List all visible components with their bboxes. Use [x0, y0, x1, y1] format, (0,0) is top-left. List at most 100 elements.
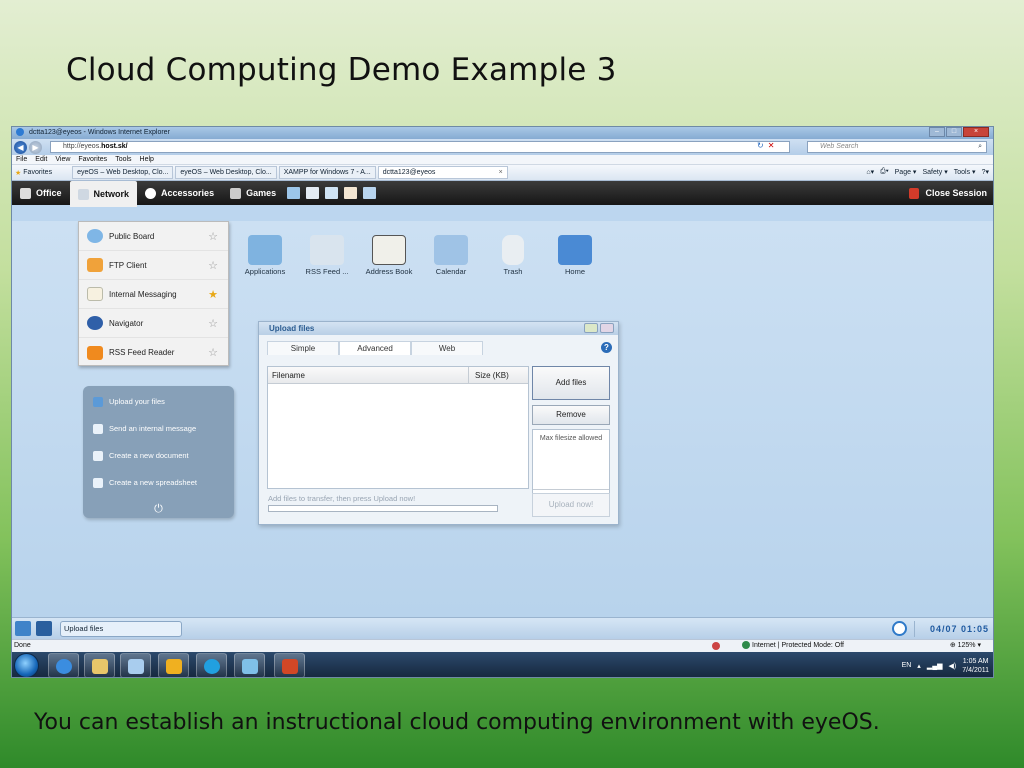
print-icon[interactable]: ⎙▾ [880, 168, 889, 176]
menu-accessories[interactable]: Accessories [137, 181, 222, 205]
remove-button[interactable]: Remove [532, 405, 610, 425]
menu-tools[interactable]: Tools [115, 155, 131, 164]
start-button[interactable] [14, 653, 39, 677]
volume-icon[interactable]: ◀) [949, 662, 957, 670]
column-filename[interactable]: Filename [268, 367, 469, 383]
system-clock[interactable]: 1:05 AM 7/4/2011 [962, 657, 989, 675]
close-window-button[interactable]: × [963, 127, 989, 137]
close-button[interactable] [600, 323, 614, 333]
tab-web[interactable]: Web [411, 341, 483, 355]
action-label: Upload your files [109, 397, 165, 406]
action-message[interactable]: Send an internal message [83, 415, 234, 442]
help-icon[interactable]: ?▾ [982, 168, 989, 176]
forward-button[interactable]: ▶ [29, 140, 42, 154]
tray-arrow-icon[interactable]: ▴ [917, 662, 921, 670]
menu-office[interactable]: Office [12, 181, 70, 205]
star-icon[interactable]: ☆ [208, 259, 218, 272]
star-icon[interactable]: ☆ [208, 230, 218, 243]
power-icon: ⏻ [154, 503, 163, 515]
action-new-spreadsheet[interactable]: Create a new spreadsheet [83, 469, 234, 496]
taskbar-app-6[interactable] [234, 653, 265, 677]
switch-windows-icon[interactable] [36, 621, 52, 636]
back-button[interactable]: ◀ [14, 140, 27, 154]
window-icon[interactable] [363, 187, 377, 199]
taskbar-upload-files[interactable]: Upload files [60, 621, 182, 637]
close-session-button[interactable]: Close Session [909, 181, 987, 205]
menu-office-label: Office [36, 188, 62, 198]
show-desktop-icon[interactable] [15, 621, 31, 636]
home-icon[interactable]: ⌂▾ [866, 168, 874, 176]
spreadsheet-icon [93, 477, 103, 488]
action-upload[interactable]: Upload your files [83, 388, 234, 415]
tab-simple[interactable]: Simple [267, 341, 339, 355]
taskbar-app-3[interactable] [120, 653, 151, 677]
desktop-icon-rss[interactable]: RSS Feed ... [296, 235, 358, 276]
star-icon[interactable]: ☆ [208, 346, 218, 359]
desktop-icon-calendar[interactable]: Calendar [420, 235, 482, 276]
network-item-navigator[interactable]: Navigator ☆ [79, 309, 228, 338]
favorites-label[interactable]: Favorites [23, 169, 52, 176]
menu-help[interactable]: Help [140, 155, 154, 164]
tab-3[interactable]: XAMPP for Windows 7 - A... [278, 166, 376, 179]
menu-file[interactable]: File [16, 155, 27, 164]
desktop-icon-home[interactable]: Home [544, 235, 606, 276]
globe-icon [742, 641, 750, 650]
menu-network[interactable]: Network [69, 181, 138, 207]
cmd-page[interactable]: Page ▾ [895, 168, 917, 176]
favorites-star-icon[interactable]: ★ [15, 169, 21, 177]
action-label: Create a new document [109, 451, 189, 460]
action-new-document[interactable]: Create a new document [83, 442, 234, 469]
desktop-icon-address-book[interactable]: Address Book [358, 235, 420, 276]
desktop-icon-applications[interactable]: Applications [234, 235, 296, 276]
maximize-button[interactable]: □ [946, 127, 962, 137]
power-button[interactable]: ⏻ [83, 496, 234, 523]
search-icon[interactable]: ⌕ [978, 142, 982, 152]
cmd-safety[interactable]: Safety ▾ [922, 168, 947, 176]
desktop-icon-trash[interactable]: Trash [482, 235, 544, 276]
close-tab-icon[interactable]: × [499, 167, 503, 179]
sync-icon[interactable] [892, 621, 907, 636]
add-files-button[interactable]: Add files [532, 366, 610, 400]
star-filled-icon[interactable]: ★ [208, 288, 218, 301]
menu-view[interactable]: View [55, 155, 70, 164]
zoom-level[interactable]: ⊕ 125% ▾ [950, 640, 981, 652]
menu-favorites[interactable]: Favorites [78, 155, 107, 164]
signal-icon[interactable]: ▂▄▆ [927, 662, 943, 670]
zoom-value: 125% [957, 642, 976, 649]
url-input[interactable]: http://eyeos.host.sk/ [50, 141, 790, 153]
help-icon[interactable]: ? [601, 342, 612, 353]
menu-edit[interactable]: Edit [35, 155, 47, 164]
tab-active[interactable]: dctta123@eyeos × [377, 166, 508, 179]
network-item-ftp[interactable]: FTP Client ☆ [79, 251, 228, 280]
taskbar-app-4[interactable] [158, 653, 189, 677]
files-icon[interactable] [325, 187, 339, 199]
network-item-messaging[interactable]: Internal Messaging ★ [79, 280, 228, 309]
minimize-button[interactable] [584, 323, 598, 333]
tab-advanced[interactable]: Advanced [339, 341, 411, 355]
action-label: Send an internal message [109, 424, 197, 433]
upload-hint: Add files to transfer, then press Upload… [268, 494, 416, 503]
refresh-icon[interactable]: ↻ [757, 141, 764, 150]
user-icon[interactable] [344, 187, 358, 199]
star-icon[interactable]: ☆ [208, 317, 218, 330]
rss-feed-icon [87, 345, 103, 360]
stop-icon[interactable]: ✕ [768, 141, 775, 150]
document-icon[interactable] [306, 187, 320, 199]
language-indicator[interactable]: EN [902, 662, 912, 669]
web-search-input[interactable]: Web Search ⌕ [807, 141, 987, 153]
column-size[interactable]: Size (KB) [469, 367, 509, 383]
taskbar-ie[interactable] [48, 653, 79, 677]
cmd-tools[interactable]: Tools ▾ [954, 168, 976, 176]
tab-1[interactable]: eyeOS – Web Desktop, Clo... [72, 166, 174, 179]
minimize-button[interactable]: – [929, 127, 945, 137]
taskbar-explorer[interactable] [84, 653, 115, 677]
upload-now-button[interactable]: Upload now! [532, 493, 610, 517]
tab-2[interactable]: eyeOS – Web Desktop, Clo... [175, 166, 277, 179]
network-item-rss[interactable]: RSS Feed Reader ☆ [79, 338, 228, 367]
menu-games[interactable]: Games [222, 181, 284, 205]
folder-icon[interactable] [287, 187, 301, 199]
upload-files-window: Upload files Simple Advanced Web ? Filen… [258, 321, 619, 525]
taskbar-skype[interactable] [196, 653, 227, 677]
taskbar-powerpoint[interactable] [274, 653, 305, 677]
network-item-public-board[interactable]: Public Board ☆ [79, 222, 228, 251]
